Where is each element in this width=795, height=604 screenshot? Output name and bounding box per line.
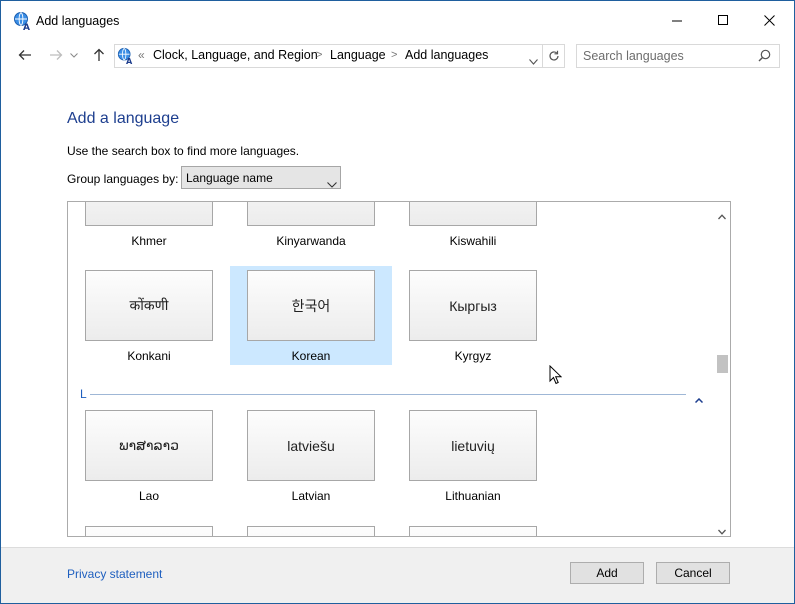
language-tile[interactable] (85, 526, 213, 536)
language-tile-lithuanian[interactable]: lietuvių (409, 410, 537, 481)
language-tile-khmer[interactable] (85, 202, 213, 226)
scroll-up-button[interactable] (718, 207, 726, 225)
minimize-icon (671, 20, 682, 21)
address-bar[interactable]: A « Clock, Language, and Region > Langua… (114, 44, 543, 68)
group-by-select[interactable]: Language name (181, 166, 341, 189)
language-tile[interactable] (247, 526, 375, 536)
maximize-button[interactable] (700, 1, 746, 39)
page-title: Add a language (67, 110, 180, 127)
native-name: कोंकणी (129, 297, 169, 313)
native-name: latviešu (287, 437, 335, 454)
language-tile-lao[interactable]: ພາສາລາວ (85, 410, 213, 481)
language-name-kiswahili[interactable]: Kiswahili (392, 234, 554, 248)
native-name: Кыргыз (449, 297, 497, 314)
page-description: Use the search box to find more language… (67, 144, 300, 158)
language-name-kyrgyz[interactable]: Kyrgyz (392, 349, 554, 363)
language-name-konkani[interactable]: Konkani (68, 349, 230, 363)
breadcrumb-clock-language-region[interactable]: Clock, Language, and Region (153, 48, 318, 62)
language-app-icon: A (13, 11, 33, 33)
chevron-up-icon (718, 214, 726, 220)
vertical-scrollbar[interactable] (714, 202, 730, 536)
navigation-bar: A « Clock, Language, and Region > Langua… (1, 39, 794, 71)
search-placeholder[interactable]: Search languages (583, 49, 684, 63)
svg-text:A: A (126, 56, 133, 65)
arrow-right-icon (50, 50, 63, 60)
native-name: ພາສາລາວ (118, 437, 180, 453)
chevron-down-icon (529, 59, 538, 65)
language-list[interactable]: Khmer Kinyarwanda Kiswahili कोंकणी Konka… (67, 201, 731, 537)
add-languages-window: A Add languages A « Clock, Language, and… (0, 0, 795, 604)
group-by-label: Group languages by: (67, 172, 179, 186)
chevron-down-icon[interactable] (327, 175, 337, 193)
collapse-section-button[interactable] (694, 390, 704, 408)
breadcrumb-add-languages[interactable]: Add languages (405, 48, 488, 62)
language-name-latvian[interactable]: Latvian (230, 489, 392, 503)
footer-bar: Privacy statement Add Cancel (1, 547, 794, 603)
section-divider (90, 394, 686, 395)
language-name-lao[interactable]: Lao (68, 489, 230, 503)
arrow-up-icon (94, 48, 104, 61)
privacy-statement-link[interactable]: Privacy statement (67, 567, 162, 581)
search-icon[interactable] (758, 49, 771, 67)
language-name-lithuanian[interactable]: Lithuanian (392, 489, 554, 503)
search-box[interactable]: Search languages (576, 44, 780, 68)
chevron-down-icon (70, 52, 78, 58)
language-name-kinyarwanda[interactable]: Kinyarwanda (230, 234, 392, 248)
language-name-korean[interactable]: Korean (230, 349, 392, 363)
close-button[interactable] (746, 1, 792, 39)
breadcrumb-separator[interactable]: > (391, 49, 397, 61)
language-tile-kinyarwanda[interactable] (247, 202, 375, 226)
section-header-l[interactable]: L (80, 387, 87, 401)
forward-button[interactable] (44, 45, 68, 65)
language-tile[interactable] (409, 526, 537, 536)
svg-text:A: A (23, 23, 30, 31)
mouse-pointer-icon (549, 364, 563, 390)
cancel-button[interactable]: Cancel (656, 562, 730, 584)
scrollbar-thumb[interactable] (717, 355, 728, 373)
language-location-icon: A (117, 47, 135, 66)
breadcrumb-separator[interactable]: > (316, 49, 322, 61)
recent-locations-button[interactable] (67, 45, 81, 65)
language-tile-kyrgyz[interactable]: Кыргыз (409, 270, 537, 341)
window-title: Add languages (36, 14, 120, 28)
back-button[interactable] (13, 45, 37, 65)
language-tile-kiswahili[interactable] (409, 202, 537, 226)
scroll-down-button[interactable] (718, 522, 726, 536)
language-name-khmer[interactable]: Khmer (68, 234, 230, 248)
address-overflow[interactable]: « (138, 48, 145, 62)
arrow-left-icon (18, 50, 31, 60)
refresh-button[interactable] (543, 44, 565, 68)
language-tile-korean[interactable]: 한국어 (247, 270, 375, 341)
chevron-up-icon (694, 397, 704, 404)
language-tile-konkani[interactable]: कोंकणी (85, 270, 213, 341)
refresh-icon (548, 50, 559, 61)
chevron-down-icon (718, 529, 726, 535)
group-by-value[interactable]: Language name (186, 171, 273, 185)
add-button[interactable]: Add (570, 562, 644, 584)
address-dropdown-button[interactable] (529, 52, 538, 70)
close-icon (763, 14, 775, 26)
maximize-icon (717, 14, 728, 25)
language-tile-latvian[interactable]: latviešu (247, 410, 375, 481)
up-button[interactable] (87, 45, 111, 65)
native-name: 한국어 (291, 297, 331, 314)
native-name: lietuvių (451, 437, 495, 454)
minimize-button[interactable] (654, 1, 700, 39)
breadcrumb-language[interactable]: Language (330, 48, 386, 62)
title-bar: A Add languages (1, 1, 794, 39)
